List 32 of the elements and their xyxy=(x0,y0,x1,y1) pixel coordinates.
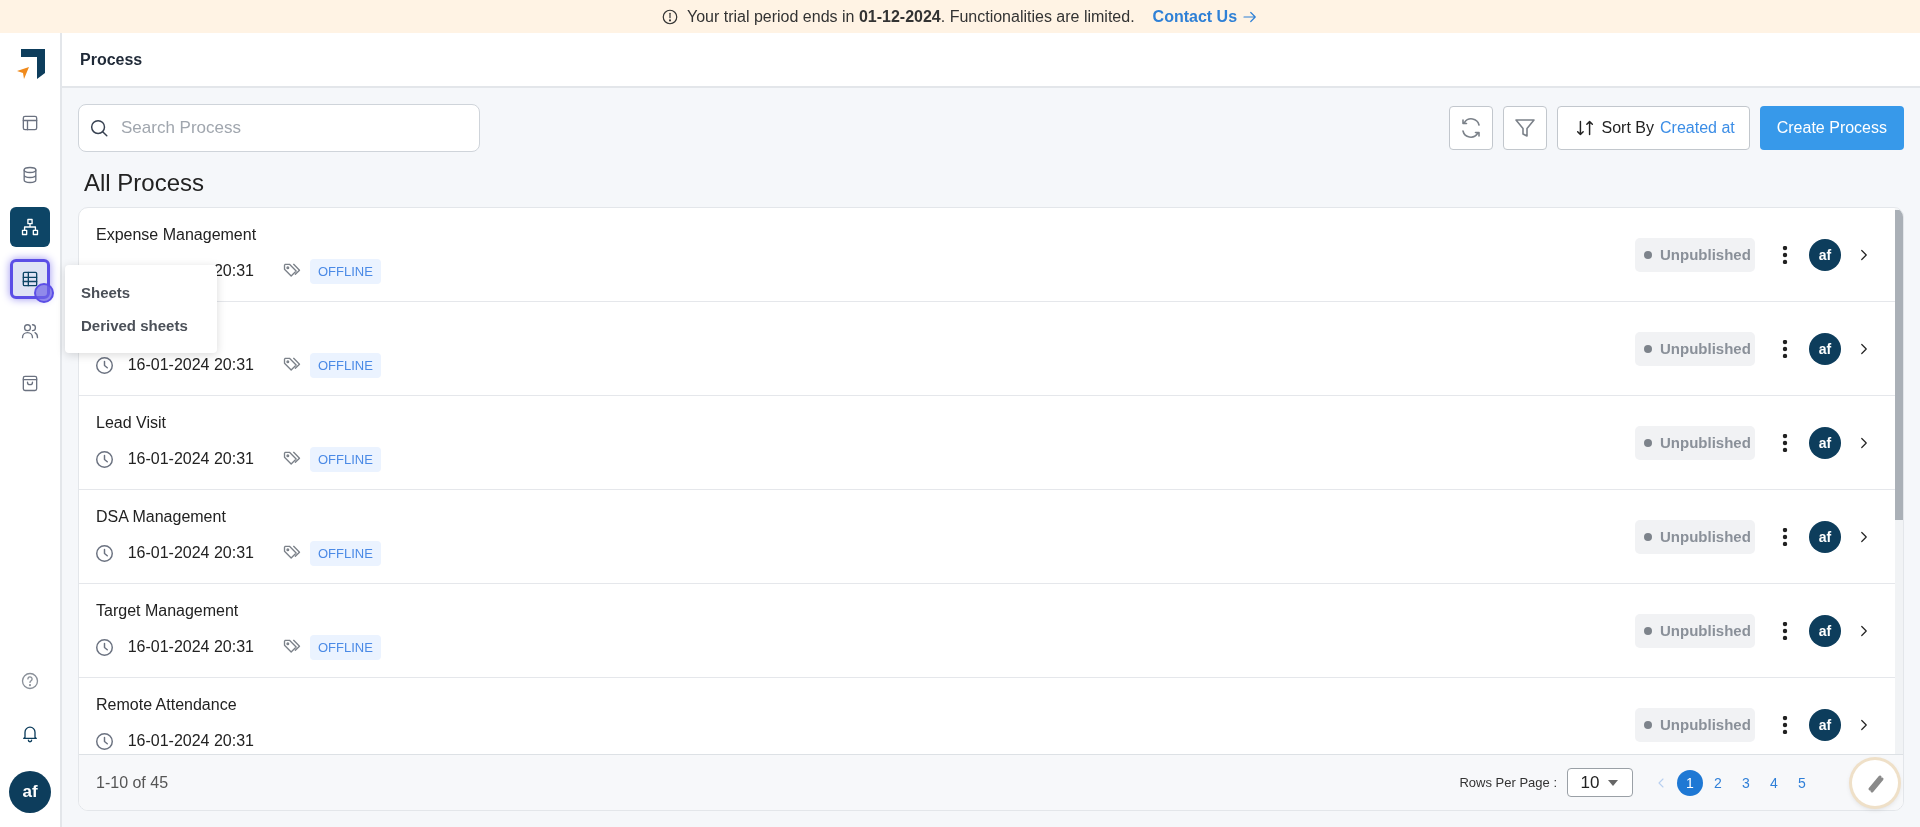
owner-avatar: af xyxy=(1809,614,1841,647)
process-date: 16-01-2024 20:31 xyxy=(126,450,254,468)
process-date: 16-01-2024 20:31 xyxy=(126,732,254,750)
tag-badge: OFFLINE xyxy=(310,258,381,284)
status-badge: Unpublished xyxy=(1635,519,1755,554)
owner-avatar: af xyxy=(1809,238,1841,271)
owner-avatar: af xyxy=(1809,426,1841,459)
process-name: Target Management xyxy=(96,602,239,619)
range-text: 1-10 of 45 xyxy=(96,773,169,792)
process-date: 16-01-2024 20:31 xyxy=(126,544,254,562)
owner-avatar: af xyxy=(1809,520,1841,553)
trial-message: Your trial period ends in 01-12-2024. Functionalities are limited. xyxy=(686,7,1135,26)
status-badge: Unpublished xyxy=(1635,425,1755,460)
owner-avatar: af xyxy=(1809,708,1841,741)
process-name: DSA Management xyxy=(96,508,226,525)
section-title: All Process xyxy=(84,169,206,197)
process-name: Expense Management xyxy=(96,226,257,243)
rows-per-page-label: Rows Per Page : xyxy=(1459,775,1557,790)
status-badge: Unpublished xyxy=(1635,237,1755,272)
process-date: 16-01-2024 20:31 xyxy=(126,638,254,656)
process-name: Lead Visit xyxy=(96,414,166,431)
tag-badge: OFFLINE xyxy=(310,540,381,566)
owner-avatar: af xyxy=(1809,332,1841,365)
status-badge: Unpublished xyxy=(1635,613,1755,648)
status-badge: Unpublished xyxy=(1635,331,1755,366)
tag-badge: OFFLINE xyxy=(310,634,381,660)
process-name: Remote Attendance xyxy=(96,696,237,713)
page-title: Process xyxy=(80,50,143,69)
process-date: 16-01-2024 20:31 xyxy=(126,356,254,374)
tag-badge: OFFLINE xyxy=(310,352,381,378)
tag-badge: OFFLINE xyxy=(310,446,381,472)
status-badge: Unpublished xyxy=(1635,707,1755,742)
